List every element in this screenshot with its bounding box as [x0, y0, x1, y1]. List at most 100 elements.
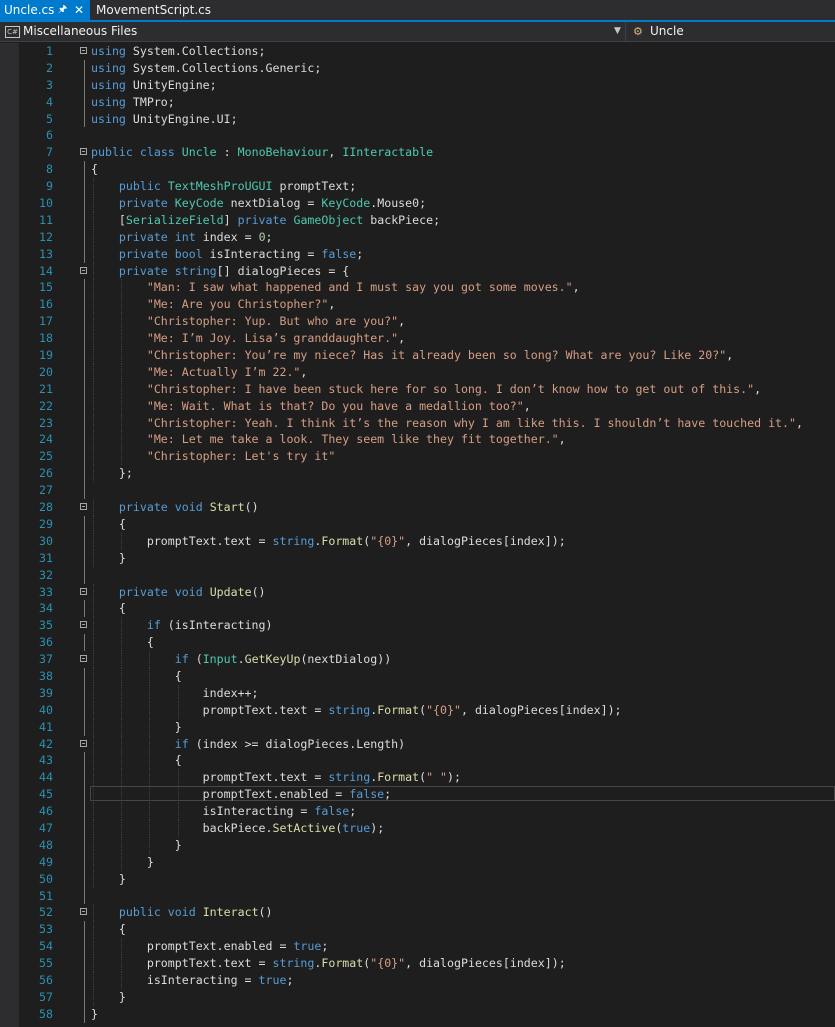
- code-line[interactable]: 8{: [0, 161, 835, 179]
- code-line[interactable]: 34 {: [0, 600, 835, 618]
- code-line[interactable]: 33 private void Update(): [0, 583, 835, 601]
- tab-movementscript-cs[interactable]: MovementScript.cs: [92, 0, 212, 20]
- project-dropdown[interactable]: C# Miscellaneous Files ▼: [0, 22, 626, 41]
- code-line[interactable]: 35 if (isInteracting): [0, 617, 835, 635]
- code-line[interactable]: 51: [0, 887, 835, 905]
- code-line[interactable]: 43 {: [0, 752, 835, 770]
- code-line[interactable]: 46 isInteracting = false;: [0, 803, 835, 820]
- code-line[interactable]: 2 using System.Collections.Generic;: [0, 59, 835, 77]
- code-line[interactable]: 32: [0, 566, 835, 584]
- code-line[interactable]: 58}: [0, 1005, 835, 1023]
- line-number: 24: [39, 432, 53, 447]
- code-text: isInteracting = false;: [91, 804, 357, 819]
- code-text: private string[] dialogPieces = {: [118, 263, 350, 278]
- code-line[interactable]: 31 }: [0, 549, 835, 567]
- code-text: }: [91, 854, 154, 869]
- line-number: 6: [46, 128, 53, 143]
- line-number: 12: [39, 229, 53, 244]
- code-line[interactable]: 1 using System.Collections;: [0, 43, 835, 60]
- code-line[interactable]: 45 promptText.enabled = false;: [0, 786, 835, 804]
- outline-line: [84, 93, 85, 111]
- code-line[interactable]: 28 private void Start(): [0, 499, 835, 516]
- line-number: 14: [39, 263, 53, 278]
- code-line[interactable]: 40 promptText.text = string.Format("{0}"…: [0, 701, 835, 719]
- code-line[interactable]: 14 private string[] dialogPieces = {: [0, 262, 835, 280]
- outline-line: [84, 870, 85, 888]
- outline-line: [84, 836, 85, 854]
- code-line[interactable]: 18 "Me: I’m Joy. Lisa’s granddaughter.",: [0, 330, 835, 348]
- code-text: using UnityEngine;: [91, 77, 217, 92]
- code-line[interactable]: 11 [SerializeField] private GameObject b…: [0, 211, 835, 229]
- code-line[interactable]: 47 backPiece.SetActive(true);: [0, 819, 835, 837]
- code-line[interactable]: 37 if (Input.GetKeyUp(nextDialog)): [0, 651, 835, 668]
- code-editor[interactable]: 1 using System.Collections; 2 using System.…: [0, 43, 835, 1027]
- close-icon[interactable]: ✕: [74, 0, 84, 20]
- code-line[interactable]: 10 private KeyCode nextDialog = KeyCode.…: [0, 195, 835, 212]
- collapse-icon[interactable]: [80, 148, 87, 156]
- code-line[interactable]: 4 using TMPro;: [0, 93, 835, 111]
- code-line[interactable]: 7 public class Uncle : MonoBehaviour, IIn…: [0, 144, 835, 161]
- code-line[interactable]: 50 }: [0, 870, 835, 888]
- collapse-icon[interactable]: [80, 503, 87, 511]
- code-line[interactable]: 6: [0, 127, 835, 144]
- code-line[interactable]: 15 "Man: I saw what happened and I must …: [0, 279, 835, 297]
- code-line[interactable]: 21 "Christopher: I have been stuck here …: [0, 380, 835, 398]
- code-line[interactable]: 49 }: [0, 853, 835, 871]
- code-line[interactable]: 17 "Christopher: Yup. But who are you?",: [0, 313, 835, 331]
- line-number: 19: [39, 348, 53, 363]
- code-line[interactable]: 13 private bool isInteracting = false;: [0, 245, 835, 263]
- code-line[interactable]: 55 promptText.text = string.Format("{0}"…: [0, 955, 835, 972]
- code-line[interactable]: 9 public TextMeshProUGUI promptText;: [0, 178, 835, 196]
- code-line[interactable]: 12 private int index = 0;: [0, 228, 835, 246]
- code-line[interactable]: 52 public void Interact(): [0, 904, 835, 922]
- code-line[interactable]: 19 "Christopher: You’re my niece? Has it…: [0, 347, 835, 364]
- outline-line: [84, 718, 85, 736]
- code-line[interactable]: 44 promptText.text = string.Format(" ");: [0, 769, 835, 787]
- outline-line: [84, 161, 85, 179]
- class-scope-dropdown[interactable]: ⚙ Uncle: [627, 22, 835, 41]
- collapse-icon[interactable]: [80, 266, 87, 274]
- tab-uncle-cs[interactable]: Uncle.cs 🖈︎ ✕: [0, 0, 90, 20]
- code-line[interactable]: 56 isInteracting = true;: [0, 971, 835, 989]
- code-line[interactable]: 23 "Christopher: Yeah. I think it’s the …: [0, 414, 835, 432]
- outline-line: [84, 397, 85, 415]
- code-line[interactable]: 20 "Me: Actually I’m 22.",: [0, 363, 835, 381]
- code-line[interactable]: 16 "Me: Are you Christopher?",: [0, 296, 835, 314]
- collapse-icon[interactable]: [80, 47, 87, 54]
- line-number: 57: [39, 989, 53, 1004]
- code-line[interactable]: 30 promptText.text = string.Format("{0}"…: [0, 532, 835, 550]
- code-text: public void Interact(): [118, 905, 273, 920]
- csharp-file-icon: C#: [5, 26, 20, 38]
- code-line[interactable]: 38 {: [0, 667, 835, 685]
- code-line[interactable]: 42 if (index >= dialogPieces.Length): [0, 735, 835, 753]
- line-number: 47: [39, 820, 53, 835]
- code-line[interactable]: 48 }: [0, 836, 835, 854]
- code-line[interactable]: 36 {: [0, 634, 835, 652]
- code-lines[interactable]: 1 using System.Collections; 2 using System.…: [0, 43, 835, 1023]
- code-line[interactable]: 27: [0, 482, 835, 500]
- class-scope-name: Uncle: [650, 24, 684, 38]
- code-line[interactable]: 39 index++;: [0, 684, 835, 702]
- collapse-icon[interactable]: [80, 739, 87, 747]
- code-line[interactable]: 54 promptText.enabled = true;: [0, 938, 835, 956]
- code-line[interactable]: 53 {: [0, 921, 835, 939]
- line-number: 18: [39, 331, 53, 346]
- code-text: "Me: Actually I’m 22.",: [146, 364, 308, 379]
- code-line[interactable]: 29 {: [0, 515, 835, 533]
- code-line[interactable]: 3 using UnityEngine;: [0, 76, 835, 94]
- collapse-icon[interactable]: [80, 655, 87, 663]
- pin-icon[interactable]: 🖈︎: [58, 0, 67, 20]
- code-line[interactable]: 57 }: [0, 988, 835, 1006]
- collapse-icon[interactable]: [80, 908, 87, 916]
- line-number: 3: [46, 77, 53, 92]
- collapse-icon[interactable]: [80, 587, 87, 595]
- code-line[interactable]: 26 };: [0, 465, 835, 483]
- code-line[interactable]: 22 "Me: Wait. What is that? Do you have …: [0, 397, 835, 415]
- line-number: 15: [39, 280, 53, 295]
- code-line[interactable]: 24 "Me: Let me take a look. They seem li…: [0, 431, 835, 449]
- code-line[interactable]: 41 }: [0, 718, 835, 736]
- code-line[interactable]: 25 "Christopher: Let's try it": [0, 448, 835, 466]
- collapse-icon[interactable]: [80, 621, 87, 629]
- chevron-down-icon[interactable]: ▼: [614, 22, 621, 41]
- code-line[interactable]: 5 using UnityEngine.UI;: [0, 110, 835, 128]
